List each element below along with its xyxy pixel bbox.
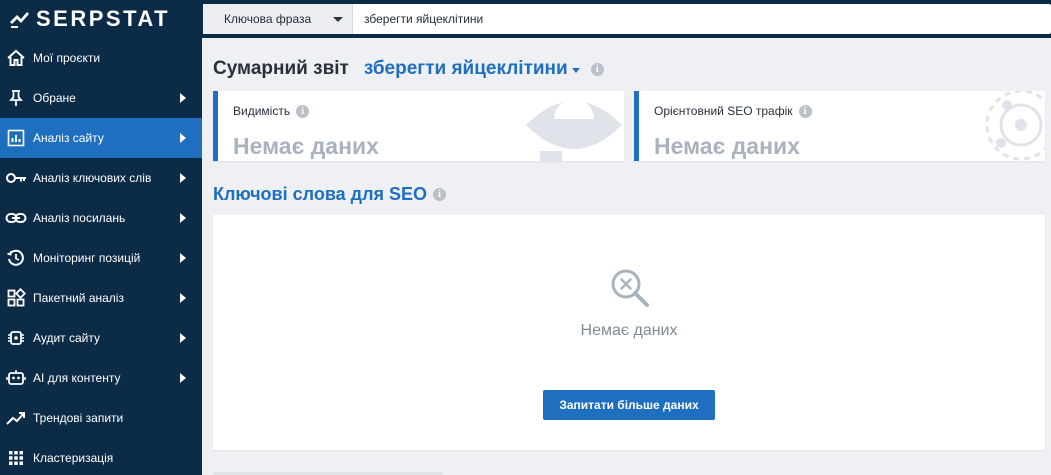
- sidebar: Мої проєкти Обране Аналіз сайту Аналіз к…: [0, 38, 202, 475]
- top-bar: SERPSTAT Ключова фраза: [0, 0, 1051, 38]
- sidebar-item-label: AI для контенту: [33, 371, 121, 385]
- sidebar-item-my-projects[interactable]: Мої проєкти: [0, 38, 202, 78]
- seo-keywords-panel: Немає даних Запитати більше даних: [213, 215, 1045, 450]
- eye-icon: [526, 99, 622, 161]
- keyword-selector[interactable]: зберегти яйцеклітини: [364, 58, 568, 80]
- sidebar-item-label: Аналіз посилань: [33, 211, 126, 225]
- empty-state-text: Немає даних: [580, 322, 678, 339]
- chevron-right-icon: [180, 213, 186, 223]
- search-type-label: Ключова фраза: [224, 12, 312, 26]
- orbit-icon: [985, 91, 1045, 161]
- search-type-dropdown[interactable]: Ключова фраза: [203, 4, 353, 34]
- audit-chip-icon: [5, 327, 27, 349]
- seo-traffic-card: Орієнтовний SEO трафік i Немає даних: [634, 91, 1045, 161]
- home-icon: [5, 47, 27, 69]
- card-label: Орієнтовний SEO трафік i: [654, 104, 812, 118]
- seo-traffic-value: Немає даних: [654, 133, 800, 159]
- section-title: Ключові слова для SEO: [213, 184, 428, 204]
- page-header: Сумарний звіт зберегти яйцеклітини i: [213, 58, 604, 80]
- sidebar-item-label: Мої проєкти: [33, 51, 101, 65]
- search-input[interactable]: [353, 4, 1051, 34]
- sidebar-item-label: Моніторинг позицій: [33, 251, 141, 265]
- sidebar-item-position-monitoring[interactable]: Моніторинг позицій: [0, 238, 202, 278]
- sidebar-item-ai-content[interactable]: AI для контенту: [0, 358, 202, 398]
- sidebar-item-site-analysis[interactable]: Аналіз сайту: [0, 118, 202, 158]
- search-bar: Ключова фраза: [203, 4, 1051, 34]
- cluster-grid-icon: [5, 447, 27, 469]
- seo-traffic-label: Орієнтовний SEO трафік: [654, 104, 793, 118]
- section-header: Ключові слова для SEO i: [213, 184, 447, 205]
- logo-mark-icon: [10, 12, 29, 28]
- info-icon[interactable]: i: [296, 104, 310, 118]
- grid-icon: [5, 287, 27, 309]
- page-title: Сумарний звіт: [213, 58, 349, 79]
- sidebar-item-site-audit[interactable]: Аудит сайту: [0, 318, 202, 358]
- chevron-right-icon: [180, 253, 186, 263]
- sidebar-item-favorites[interactable]: Обране: [0, 78, 202, 118]
- chevron-right-icon: [180, 173, 186, 183]
- sidebar-item-link-analysis[interactable]: Аналіз посилань: [0, 198, 202, 238]
- sidebar-item-label: Трендові запити: [33, 411, 124, 425]
- info-icon[interactable]: i: [433, 188, 447, 201]
- sidebar-item-label: Аудит сайту: [33, 331, 101, 345]
- chevron-right-icon: [180, 293, 186, 303]
- info-icon[interactable]: i: [590, 62, 604, 76]
- main-content: Сумарний звіт зберегти яйцеклітини i Вид…: [203, 38, 1051, 475]
- card-label: Видимість i: [233, 104, 310, 118]
- sidebar-item-label: Аналіз ключових слів: [33, 171, 152, 185]
- pin-icon: [5, 87, 27, 109]
- trend-icon: [5, 407, 27, 429]
- request-more-data-button[interactable]: Запитати більше даних: [543, 390, 715, 420]
- sidebar-item-label: Кластеризація: [33, 451, 114, 465]
- sidebar-item-label: Аналіз сайту: [33, 131, 104, 145]
- sidebar-item-clustering[interactable]: Кластеризація: [0, 438, 202, 475]
- sidebar-item-trending-queries[interactable]: Трендові запити: [0, 398, 202, 438]
- visibility-card: Видимість i Немає даних: [213, 91, 624, 161]
- sidebar-item-keyword-analysis[interactable]: Аналіз ключових слів: [0, 158, 202, 198]
- bar-chart-icon: [5, 127, 27, 149]
- chevron-right-icon: [180, 93, 186, 103]
- robot-icon: [5, 367, 27, 389]
- link-icon: [5, 207, 27, 229]
- chevron-down-icon: [333, 17, 343, 22]
- serpstat-logo[interactable]: SERPSTAT: [8, 6, 170, 32]
- sidebar-item-label: Пакетний аналіз: [33, 291, 124, 305]
- search-empty-icon: [611, 269, 649, 307]
- history-icon: [5, 247, 27, 269]
- sidebar-item-label: Обране: [33, 91, 76, 105]
- next-section-stub: [213, 465, 443, 475]
- sidebar-item-batch-analysis[interactable]: Пакетний аналіз: [0, 278, 202, 318]
- chevron-right-icon: [180, 333, 186, 343]
- visibility-value: Немає даних: [233, 133, 379, 159]
- logo-text: SERPSTAT: [36, 6, 171, 31]
- chevron-down-icon[interactable]: [571, 67, 580, 73]
- visibility-label: Видимість: [233, 104, 291, 118]
- key-icon: [5, 167, 27, 189]
- chevron-right-icon: [180, 133, 186, 143]
- chevron-right-icon: [180, 373, 186, 383]
- info-icon[interactable]: i: [798, 104, 812, 118]
